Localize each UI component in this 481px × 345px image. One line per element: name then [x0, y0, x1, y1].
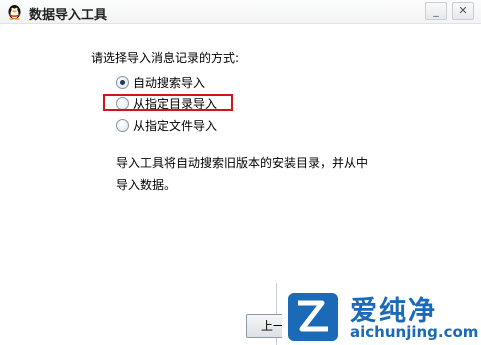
radio-option-auto-search[interactable]: 自动搜索导入 [116, 74, 205, 91]
radio-label-from-file[interactable]: 从指定文件导入 [133, 117, 217, 134]
window-title: 数据导入工具 [29, 8, 108, 23]
watermark-logo-icon [288, 293, 338, 341]
radio-button[interactable] [116, 119, 129, 132]
title-bar: 数据导入工具 _ ✕ [0, 0, 481, 24]
highlight-annotation-box [103, 94, 233, 111]
watermark-url: aichunjing.com [350, 323, 479, 341]
radio-option-from-file[interactable]: 从指定文件导入 [116, 117, 217, 134]
radio-label-auto-search[interactable]: 自动搜索导入 [133, 74, 205, 91]
description-line-2: 导入数据。 [116, 178, 177, 192]
qq-penguin-icon [8, 5, 21, 20]
description-text: 导入工具将自动搜索旧版本的安装目录，并从中 导入数据。 [116, 152, 376, 196]
radio-button-checked[interactable] [116, 76, 129, 89]
watermark: 爱纯净 aichunjing.com [282, 289, 481, 345]
minimize-button[interactable]: _ [425, 2, 447, 20]
import-method-prompt: 请选择导入消息记录的方式: [91, 51, 240, 65]
close-button[interactable]: ✕ [452, 2, 474, 20]
description-line-1: 导入工具将自动搜索旧版本的安装目录，并从中 [116, 156, 369, 170]
